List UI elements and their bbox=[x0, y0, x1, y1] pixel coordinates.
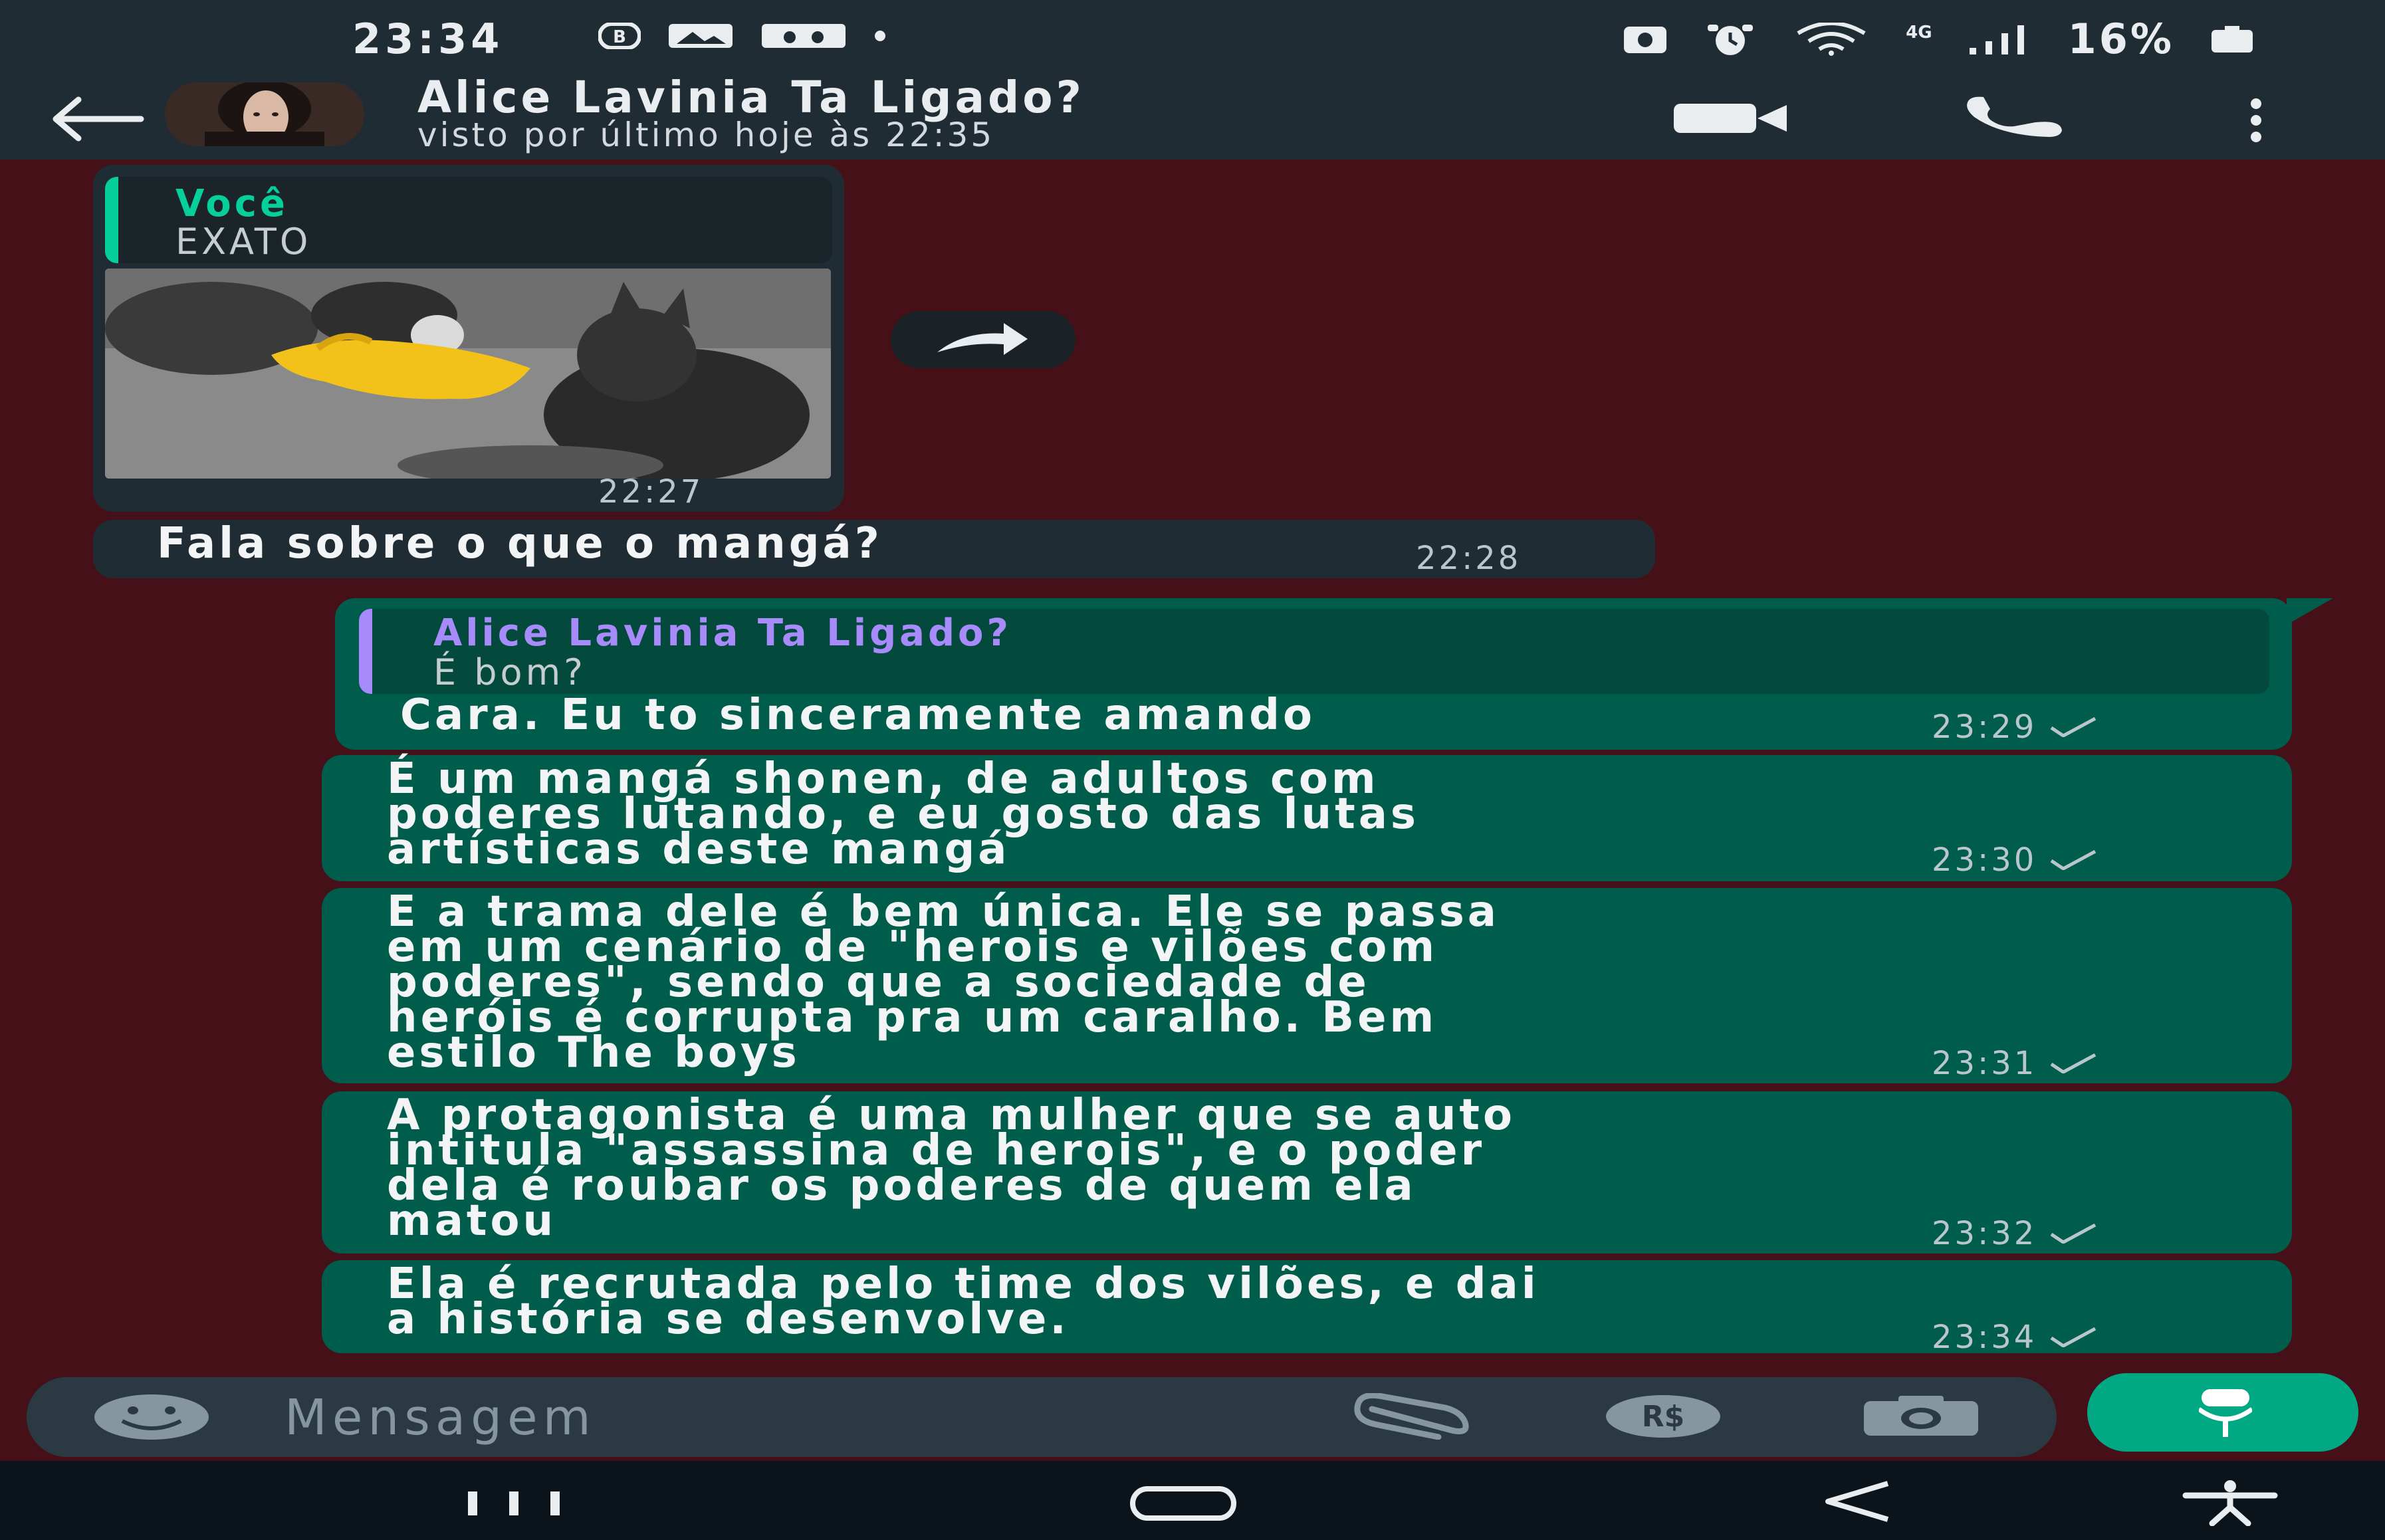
quote-bar bbox=[105, 177, 118, 263]
time-label: 22:28 bbox=[1416, 540, 1522, 577]
sent-check-icon bbox=[2050, 1224, 2097, 1244]
status-time: 23:34 bbox=[352, 15, 504, 63]
back-icon[interactable] bbox=[1821, 1478, 1894, 1525]
system-status-icons: 4G 16% bbox=[1621, 15, 2255, 63]
more-options-icon[interactable] bbox=[2243, 97, 2269, 144]
message-time: 23:34 bbox=[1932, 1319, 2098, 1356]
gallery-icon bbox=[669, 24, 733, 48]
quote-author: Alice Lavinia Ta Ligado? bbox=[433, 611, 1012, 655]
quoted-message[interactable]: Alice Lavinia Ta Ligado? É bom? bbox=[359, 609, 2269, 694]
chat-messages-area[interactable]: Você EXATO 22:27 Fala sobre o que o mang… bbox=[0, 160, 2385, 1368]
message-text: Cara. Eu to sinceramente amando bbox=[400, 691, 1315, 740]
contact-avatar[interactable] bbox=[165, 82, 364, 146]
quote-bar bbox=[359, 609, 372, 694]
svg-text:B: B bbox=[613, 27, 626, 47]
time-label: 23:32 bbox=[1932, 1215, 2037, 1252]
message-bubble[interactable]: Alice Lavinia Ta Ligado? É bom? Cara. Eu… bbox=[335, 598, 2292, 750]
message-bubble[interactable]: É um mangá shonen, de adultos com podere… bbox=[322, 755, 2292, 881]
message-time: 23:30 bbox=[1932, 841, 2098, 879]
time-label: 23:29 bbox=[1932, 709, 2037, 746]
dot-icon bbox=[875, 31, 885, 41]
message-placeholder: Mensagem bbox=[284, 1389, 596, 1446]
message-text: Ela é recrutada pelo time dos vilões, e … bbox=[387, 1260, 1539, 1344]
attach-icon[interactable] bbox=[1349, 1393, 1476, 1440]
message-time: 22:27 bbox=[598, 473, 703, 510]
payment-icon[interactable]: R$ bbox=[1603, 1393, 1723, 1440]
message-text: E a trama dele é bem única. Ele se passa… bbox=[387, 887, 1500, 1077]
time-label: 22:27 bbox=[598, 473, 704, 510]
message-text: A protagonista é uma mulher que se auto … bbox=[387, 1091, 1516, 1246]
message-bubble[interactable]: Você EXATO 22:27 bbox=[93, 165, 844, 512]
message-input[interactable]: Mensagem R$ bbox=[27, 1377, 2057, 1457]
message-bubble[interactable]: A protagonista é uma mulher que se auto … bbox=[322, 1091, 2292, 1254]
voice-call-icon[interactable] bbox=[1961, 93, 2067, 140]
sent-check-icon bbox=[2050, 850, 2097, 870]
status-bar: 23:34 B 4G 16% bbox=[0, 0, 2385, 78]
sent-check-icon bbox=[2050, 1327, 2097, 1347]
chat-header: Alice Lavinia Ta Ligado? visto por últim… bbox=[0, 72, 2385, 160]
alarm-icon bbox=[1708, 24, 1754, 55]
message-bubble[interactable]: Ela é recrutada pelo time dos vilões, e … bbox=[322, 1260, 2292, 1356]
quote-text: EXATO bbox=[175, 221, 312, 263]
cats-handshake-image bbox=[105, 269, 831, 479]
time-label: 23:31 bbox=[1932, 1045, 2037, 1082]
message-time: 23:31 bbox=[1932, 1045, 2098, 1082]
sent-check-icon bbox=[2050, 717, 2097, 737]
message-text: Fala sobre o que o mangá? bbox=[157, 519, 883, 568]
quote-author: Você bbox=[175, 182, 288, 225]
svg-text:R$: R$ bbox=[1642, 1400, 1685, 1434]
bubble-tail bbox=[2287, 598, 2333, 625]
quote-text: É bom? bbox=[433, 651, 586, 693]
signal-icon bbox=[1969, 25, 2024, 55]
screenshot-icon bbox=[1624, 26, 1667, 53]
camera-icon[interactable] bbox=[1861, 1394, 1981, 1438]
message-time: 23:32 bbox=[1932, 1215, 2098, 1252]
sent-check-icon bbox=[2050, 1053, 2097, 1073]
microphone-icon bbox=[2199, 1389, 2252, 1437]
shared-image[interactable] bbox=[105, 269, 831, 479]
battery-percent: 16% bbox=[2067, 15, 2174, 63]
quoted-message[interactable]: Você EXATO bbox=[105, 177, 832, 263]
message-bubble[interactable]: E a trama dele é bem única. Ele se passa… bbox=[322, 888, 2292, 1083]
message-time: 22:28 bbox=[1416, 540, 1521, 577]
system-navigation-bar bbox=[0, 1461, 2385, 1540]
voice-message-button[interactable] bbox=[2087, 1373, 2358, 1452]
time-label: 23:34 bbox=[1932, 1319, 2037, 1356]
video-call-icon[interactable] bbox=[1671, 100, 1791, 137]
voicemail-icon bbox=[762, 24, 846, 48]
whatsapp-chat-screen: 23:34 B 4G 16% Alice Lavinia Ta Ligado? … bbox=[0, 0, 2385, 1540]
home-icon[interactable] bbox=[1129, 1485, 1238, 1522]
battery-icon bbox=[2212, 25, 2253, 53]
forward-icon bbox=[937, 323, 1028, 355]
network-type: 4G bbox=[1906, 22, 1932, 43]
back-arrow-icon[interactable] bbox=[48, 96, 148, 142]
b-badge-icon: B bbox=[598, 23, 641, 49]
message-bubble[interactable]: Fala sobre o que o mangá? 22:28 bbox=[93, 520, 1655, 578]
notification-icons: B bbox=[598, 23, 887, 49]
emoji-icon[interactable] bbox=[92, 1392, 211, 1442]
avatar-photo bbox=[165, 82, 364, 146]
forward-button[interactable] bbox=[891, 311, 1076, 368]
recents-icon[interactable] bbox=[465, 1489, 565, 1518]
wifi-icon bbox=[1797, 22, 1866, 56]
message-time: 23:29 bbox=[1932, 709, 2098, 746]
time-label: 23:30 bbox=[1932, 841, 2037, 879]
message-input-bar: Mensagem R$ bbox=[0, 1368, 2385, 1461]
accessibility-icon[interactable] bbox=[2180, 1480, 2280, 1526]
message-text: É um mangá shonen, de adultos com podere… bbox=[387, 754, 1419, 874]
last-seen-status: visto por último hoje às 22:35 bbox=[417, 116, 995, 154]
